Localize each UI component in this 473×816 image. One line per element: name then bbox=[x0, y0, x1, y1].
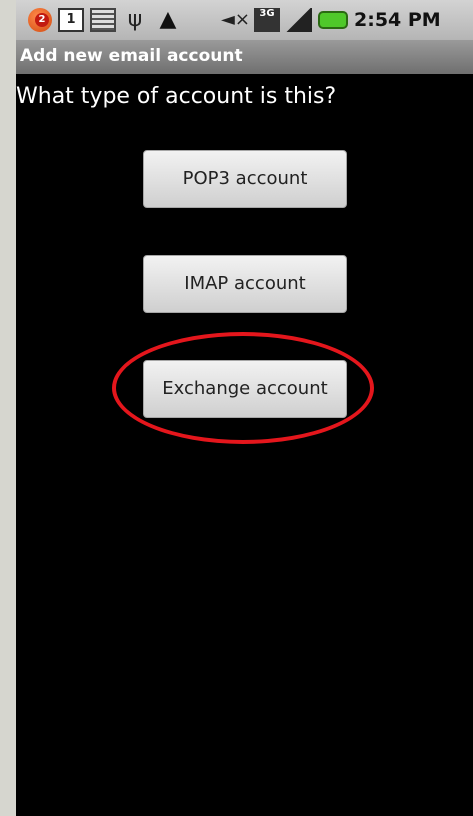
phone-screen: 2 1 ψ ▲ ◄× 3G 2:54 PM Add new email acco… bbox=[16, 0, 473, 816]
page-title: Add new email account bbox=[20, 46, 243, 66]
clock: 2:54 PM bbox=[354, 9, 441, 31]
3g-icon: 3G bbox=[254, 8, 280, 32]
mute-icon: ◄× bbox=[221, 9, 250, 30]
imap-account-button[interactable]: IMAP account bbox=[143, 255, 347, 313]
left-margin bbox=[0, 0, 16, 816]
account-type-question: What type of account is this? bbox=[16, 84, 337, 109]
keyboard-icon bbox=[90, 8, 116, 32]
signal-icon bbox=[286, 8, 312, 32]
exchange-account-button[interactable]: Exchange account bbox=[143, 360, 347, 418]
usb-icon: ψ bbox=[127, 7, 143, 32]
pop3-account-button[interactable]: POP3 account bbox=[143, 150, 347, 208]
battery-icon bbox=[318, 11, 348, 29]
notification-count: 2 bbox=[35, 13, 49, 27]
notification-icon[interactable]: 2 bbox=[28, 8, 52, 32]
status-bar: 2 1 ψ ▲ ◄× 3G 2:54 PM bbox=[16, 0, 473, 40]
calendar-icon: 1 bbox=[58, 8, 84, 32]
warning-icon: ▲ bbox=[159, 7, 177, 32]
title-bar: Add new email account bbox=[16, 40, 473, 74]
